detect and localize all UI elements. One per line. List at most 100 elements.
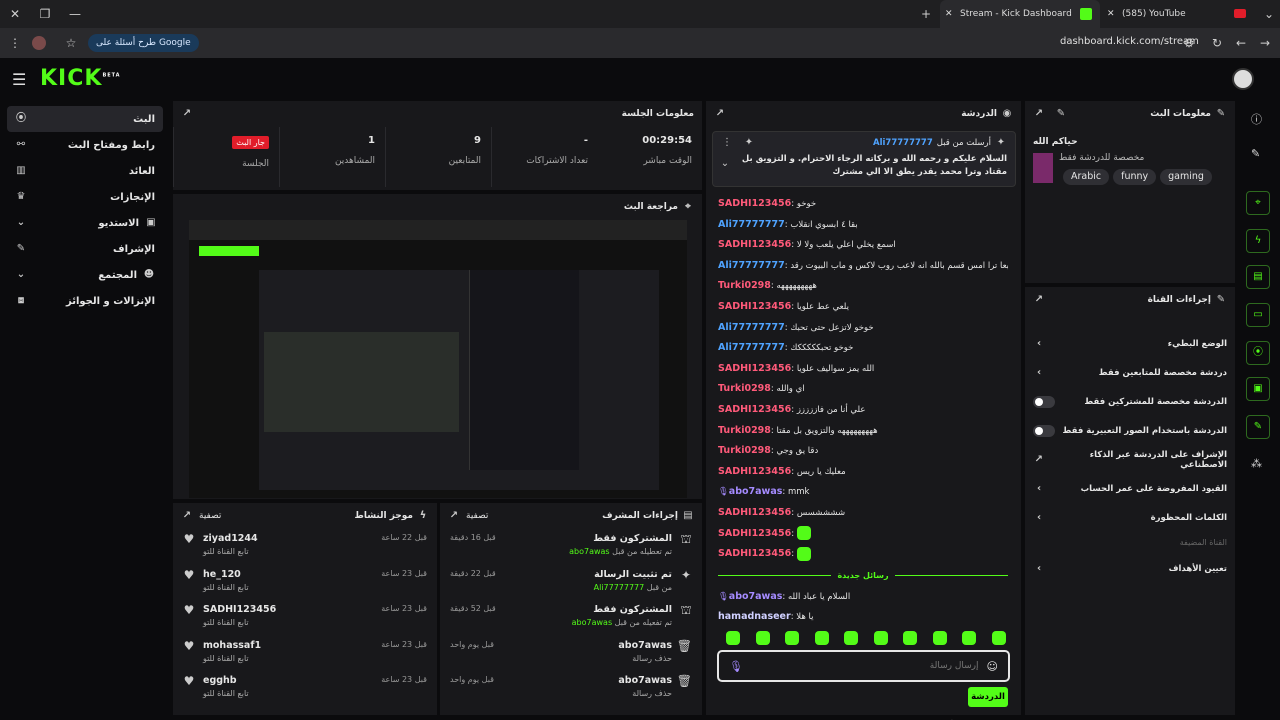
broadcast-icon[interactable]: ⦿ xyxy=(1246,341,1270,365)
sidebar-item-achievements[interactable]: الإنجازات ♛ xyxy=(7,184,163,210)
chevron-down-icon[interactable]: ⌄ xyxy=(719,158,731,170)
emote-icon[interactable] xyxy=(755,631,770,645)
emote-icon[interactable] xyxy=(903,631,918,645)
chat-user[interactable]: SADHI123456 xyxy=(718,528,791,539)
close-window-icon[interactable]: ✕ xyxy=(4,0,26,28)
ai-moderation-row[interactable]: الإشراف على الدردشة عبر الذكاء الاصطناعي… xyxy=(1025,445,1235,474)
emote-icon[interactable] xyxy=(991,631,1006,645)
sidebar-item-drops[interactable]: الإنزالات و الجوائز ⧈ xyxy=(7,288,163,314)
filter-button[interactable]: تصفية xyxy=(199,511,221,521)
item-user[interactable]: abo7awas xyxy=(572,618,612,627)
chat-user[interactable]: Ali77777777 xyxy=(718,322,785,333)
chat-icon[interactable]: ▭ xyxy=(1246,303,1270,327)
edit-icon[interactable]: ✎ xyxy=(1055,108,1067,120)
chat-user[interactable]: Ali77777777 xyxy=(718,219,785,230)
emote-icon[interactable] xyxy=(873,631,888,645)
followers-only-row[interactable]: دردشة مخصصة للمتابعين فقط › xyxy=(1025,358,1235,387)
document-icon[interactable]: ▤ xyxy=(1246,265,1270,289)
category-name[interactable]: مخصصة للدردشة فقط xyxy=(1059,153,1212,163)
chat-user[interactable]: Turki0298 xyxy=(718,280,771,291)
chat-user[interactable]: SADHI123456 xyxy=(718,301,791,312)
chat-user[interactable]: Turki0298 xyxy=(718,383,771,394)
tab-youtube[interactable]: ✕ (585) YouTube xyxy=(1102,0,1252,28)
emote-icon[interactable] xyxy=(814,631,829,645)
tab-search-icon[interactable]: ⌄ xyxy=(1258,0,1280,28)
emoji-icon[interactable]: ☺ xyxy=(987,660,998,673)
chat-user[interactable]: Turki0298 xyxy=(718,425,771,436)
expand-icon[interactable]: ↗ xyxy=(1033,294,1045,306)
emote-icon[interactable] xyxy=(844,631,859,645)
expand-icon[interactable]: ↗ xyxy=(448,510,460,522)
chat-user[interactable]: hamadnaseer xyxy=(718,611,791,622)
site-settings-icon[interactable]: ⚙ xyxy=(1178,29,1200,57)
sidebar-item-community[interactable]: ☻ المجتمع ⌄ xyxy=(7,262,163,288)
tab-kick-dashboard[interactable]: ✕ Stream - Kick Dashboard xyxy=(940,0,1100,28)
reload-icon[interactable]: ↻ xyxy=(1206,29,1228,57)
stream-preview-video[interactable] xyxy=(189,220,687,498)
lightning-icon[interactable]: ϟ xyxy=(1246,229,1270,253)
tag[interactable]: Arabic xyxy=(1063,169,1110,185)
clip-icon[interactable]: ⌖ xyxy=(1246,191,1270,215)
subscribers-only-toggle[interactable] xyxy=(1033,395,1055,408)
expand-icon[interactable]: ↗ xyxy=(181,510,193,522)
sidebar-item-moderation[interactable]: الإشراف ✎ xyxy=(7,236,163,262)
item-user[interactable]: abo7awas xyxy=(569,547,609,556)
layout-icon[interactable]: ▣ xyxy=(1246,377,1270,401)
kick-logo[interactable]: KICKBETA xyxy=(40,66,121,91)
pinned-user[interactable]: Ali77777777 xyxy=(873,138,933,148)
sidebar-item-revenue[interactable]: العائد ▥ xyxy=(7,158,163,184)
emote-icon[interactable] xyxy=(932,631,947,645)
tab-close-icon[interactable]: ✕ xyxy=(1107,0,1115,28)
google-ask-pill[interactable]: طرح أسئلة على Google xyxy=(88,34,199,52)
tag[interactable]: gaming xyxy=(1160,169,1212,185)
edit-icon[interactable]: ✎ xyxy=(1251,147,1260,160)
chat-user[interactable]: Ali77777777 xyxy=(718,260,785,271)
chat-user[interactable]: SADHI123456 xyxy=(718,239,791,250)
forward-icon[interactable]: ← xyxy=(1230,29,1252,57)
more-icon[interactable]: ⋮ xyxy=(721,137,733,149)
item-user[interactable]: Ali77777777 xyxy=(594,583,645,592)
chat-user[interactable]: Turki0298 xyxy=(718,445,771,456)
wrench-icon[interactable]: ✎ xyxy=(1246,415,1270,439)
more-widgets-icon[interactable]: ⁂ xyxy=(1251,457,1262,470)
restore-window-icon[interactable]: ❐ xyxy=(34,0,56,28)
emote-only-toggle[interactable] xyxy=(1033,424,1055,437)
info-icon[interactable]: ⓘ xyxy=(1251,111,1262,127)
user-avatar[interactable] xyxy=(1232,68,1254,90)
tab-close-icon[interactable]: ✕ xyxy=(945,0,953,28)
mic-icon[interactable]: 🎙 xyxy=(729,660,743,673)
back-icon[interactable]: → xyxy=(1254,29,1276,57)
minimize-window-icon[interactable]: — xyxy=(64,0,86,28)
account-age-row[interactable]: القيود المفروضة على عمر الحساب › xyxy=(1025,474,1235,503)
emote-icon[interactable] xyxy=(785,631,800,645)
new-tab-icon[interactable]: + xyxy=(915,0,937,28)
chat-user[interactable]: abo7awas xyxy=(729,591,783,602)
emote-icon[interactable] xyxy=(726,631,740,645)
sidebar-item-stream[interactable]: البث ⦿ xyxy=(7,106,163,132)
menu-dots-icon[interactable]: ⋮ xyxy=(4,29,26,57)
pin-icon[interactable]: ✦ xyxy=(743,137,755,149)
chat-user[interactable]: SADHI123456 xyxy=(718,507,791,518)
hamburger-icon[interactable]: ☰ xyxy=(12,70,26,89)
tag[interactable]: funny xyxy=(1113,169,1157,185)
chat-user[interactable]: SADHI123456 xyxy=(718,548,791,559)
sidebar-item-studio[interactable]: ▣ الاستديو ⌄ xyxy=(7,210,163,236)
chat-user[interactable]: SADHI123456 xyxy=(718,198,791,209)
expand-icon[interactable]: ↗ xyxy=(1033,108,1045,120)
chat-user[interactable]: Ali77777777 xyxy=(718,342,785,353)
sidebar-item-stream-key[interactable]: رابط ومفتاح البث ⚯ xyxy=(7,132,163,158)
category-thumbnail[interactable] xyxy=(1033,153,1053,183)
chat-user[interactable]: abo7awas xyxy=(729,486,783,497)
filter-button[interactable]: تصفية xyxy=(466,511,488,521)
chat-user[interactable]: SADHI123456 xyxy=(718,363,791,374)
slow-mode-row[interactable]: الوضع البطيء › xyxy=(1025,329,1235,358)
profile-avatar[interactable] xyxy=(32,36,46,50)
set-goals-row[interactable]: تعيين الأهداف › xyxy=(1025,554,1235,583)
send-chat-button[interactable]: الدردشة xyxy=(968,687,1008,707)
emote-icon[interactable] xyxy=(962,631,977,645)
expand-icon[interactable]: ↗ xyxy=(714,108,726,120)
chat-user[interactable]: SADHI123456 xyxy=(718,466,791,477)
banned-words-row[interactable]: الكلمات المحظورة › xyxy=(1025,503,1235,532)
expand-icon[interactable]: ↗ xyxy=(181,108,193,120)
bookmark-star-icon[interactable]: ☆ xyxy=(60,29,82,57)
